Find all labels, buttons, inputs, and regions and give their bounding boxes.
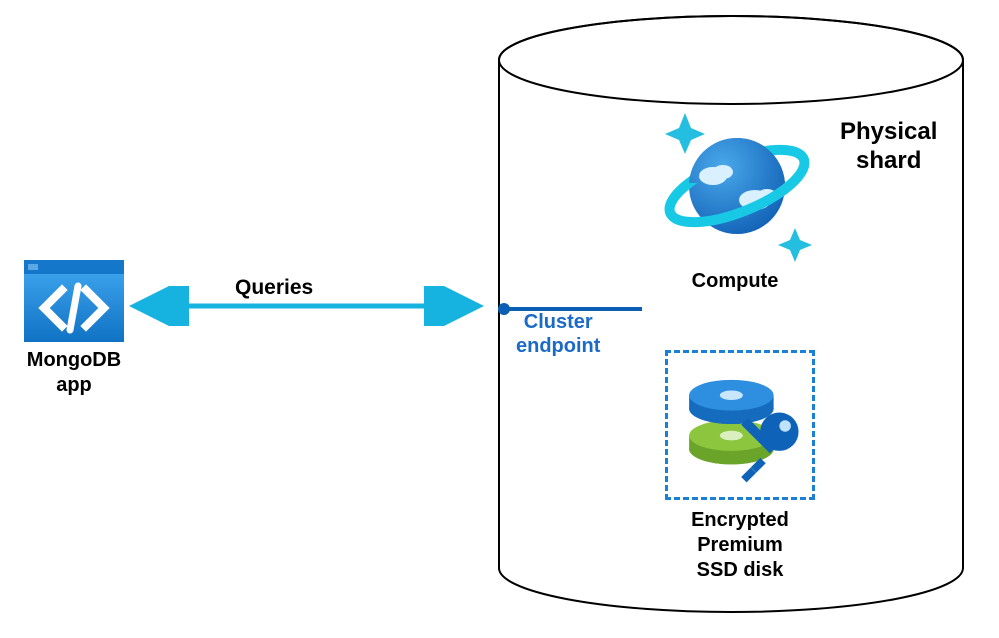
disk-label-line3: SSD disk	[697, 559, 784, 581]
physical-shard-title: Physical shard	[840, 118, 937, 176]
encrypted-disk-node: Encrypted Premium SSD disk	[660, 350, 820, 583]
cosmos-compute-icon	[655, 108, 815, 268]
compute-label: Compute	[640, 270, 830, 293]
queries-label: Queries	[235, 276, 313, 300]
encrypted-disk-box	[665, 350, 815, 500]
compute-node: Compute	[640, 108, 830, 293]
code-app-icon	[24, 260, 124, 342]
mongodb-app-label-line2: app	[56, 374, 92, 396]
mongodb-app-label: MongoDB app	[24, 348, 124, 398]
mongodb-app-node: MongoDB app	[24, 260, 124, 398]
mongodb-app-label-line1: MongoDB	[27, 349, 121, 371]
disk-label-line1: Encrypted	[691, 509, 789, 531]
encrypted-disk-label: Encrypted Premium SSD disk	[660, 508, 820, 583]
disk-label-line2: Premium	[697, 534, 783, 556]
physical-shard-title-line1: Physical	[840, 118, 937, 145]
cluster-endpoint-label-line1: Cluster	[524, 311, 593, 333]
cluster-endpoint-label: Cluster endpoint	[516, 310, 600, 358]
physical-shard-title-line2: shard	[856, 147, 921, 174]
disk-key-icon	[668, 353, 812, 497]
cluster-endpoint-label-line2: endpoint	[516, 335, 600, 357]
